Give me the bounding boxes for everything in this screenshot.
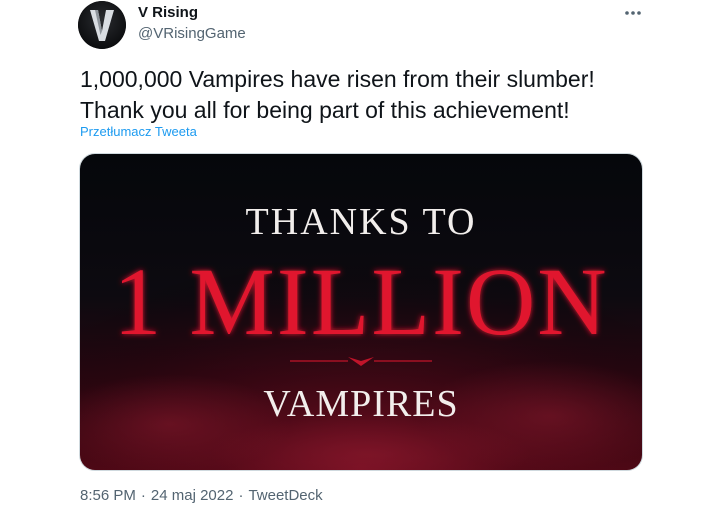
tweet-card: V Rising @VRisingGame 1,000,000 Vampires… <box>0 0 720 511</box>
tweet-meta: 8:56 PM · 24 maj 2022 · TweetDeck <box>80 487 323 504</box>
tweet-text: 1,000,000 Vampires have risen from their… <box>80 64 680 126</box>
meta-separator: · <box>238 487 244 504</box>
media-line-thanks-to: THANKS TO <box>246 201 477 243</box>
more-horizontal-icon <box>625 11 641 15</box>
tweet-time[interactable]: 8:56 PM <box>80 487 136 504</box>
avatar[interactable] <box>78 1 126 49</box>
meta-separator: · <box>140 487 146 504</box>
media-artwork: THANKS TO 1 MILLION VAMPIRES <box>80 154 642 470</box>
more-options-button[interactable] <box>622 3 644 23</box>
tweet-text-line: Thank you all for being part of this ach… <box>80 97 570 123</box>
tweet-date[interactable]: 24 maj 2022 <box>151 487 234 504</box>
author-handle[interactable]: @VRisingGame <box>138 25 246 42</box>
translate-tweet-link[interactable]: Przetłumacz Tweeta <box>80 124 197 139</box>
media-line-vampires: VAMPIRES <box>263 383 458 425</box>
tweet-source[interactable]: TweetDeck <box>248 487 322 504</box>
author-display-name[interactable]: V Rising <box>138 4 198 21</box>
media-line-1-million: 1 MILLION <box>113 248 608 355</box>
v-rising-logo-icon <box>78 1 126 49</box>
tweet-text-line: 1,000,000 Vampires have risen from their… <box>80 66 595 92</box>
tweet-media-image[interactable]: THANKS TO 1 MILLION VAMPIRES <box>79 153 643 471</box>
